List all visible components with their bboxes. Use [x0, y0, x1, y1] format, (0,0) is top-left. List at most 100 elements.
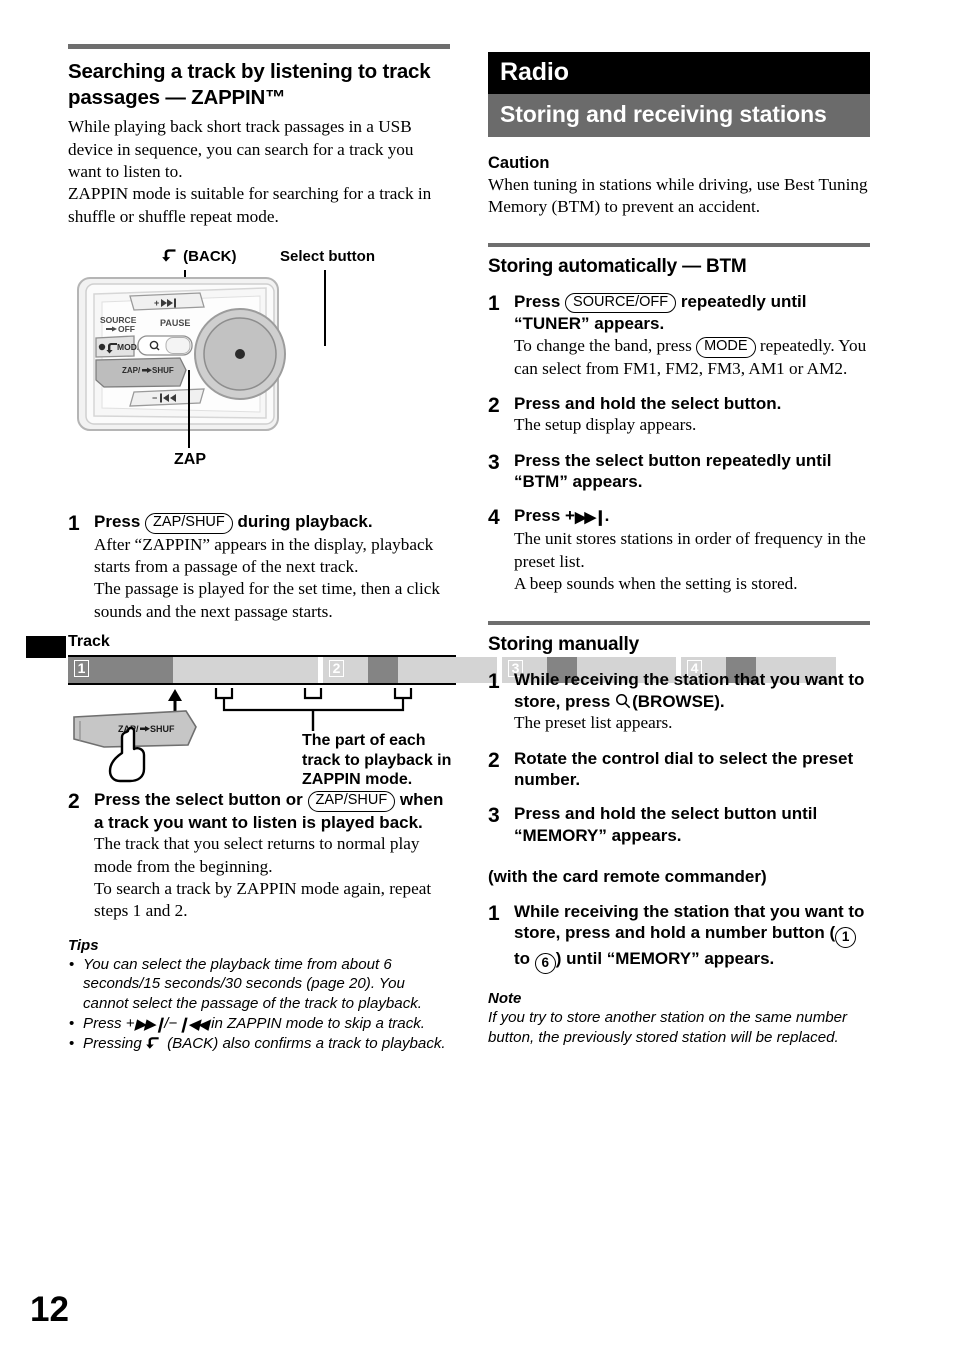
- step-number: 1: [488, 901, 500, 925]
- step-text-post: .: [604, 506, 610, 526]
- left-column: Searching a track by listening to track …: [26, 44, 836, 1054]
- number-button-1[interactable]: 1: [835, 927, 857, 949]
- track-2-playback-segment: [368, 657, 398, 684]
- step-text-pre: Press the select button or: [94, 790, 308, 810]
- caution-heading: Caution: [488, 154, 550, 172]
- page-title: Searching a track by listening to track …: [68, 60, 431, 109]
- page-number: 12: [30, 1290, 69, 1329]
- svg-text:+: +: [154, 298, 159, 308]
- tip-item: Pressing (BACK) also confirms a track to…: [68, 1034, 450, 1054]
- btm-section: Storing automatically — BTM 1 Press SOUR…: [488, 242, 870, 596]
- step-number: 1: [488, 670, 500, 694]
- skip-forward-icon: ▶▶❙: [574, 509, 607, 527]
- playback-portion-caption: The part of each track to playback in ZA…: [302, 732, 452, 789]
- note-heading: Note: [488, 990, 522, 1008]
- source-off-button-pill[interactable]: SOURCE/OFF: [565, 292, 677, 314]
- zapshuf-button-pill[interactable]: ZAP/SHUF: [145, 513, 233, 534]
- manual-step-3: 3 Press and hold the select button until…: [488, 803, 870, 846]
- svg-text:SHUF: SHUF: [150, 724, 175, 734]
- step-heading: Press the select button or ZAP/SHUF when…: [94, 789, 450, 833]
- section-rule: [488, 621, 870, 626]
- step-heading: Press the select button repeatedly until…: [514, 450, 832, 492]
- step-number: 1: [68, 512, 80, 536]
- track-1-remainder-segment: [173, 657, 318, 684]
- select-button-callout: Select button: [280, 248, 376, 266]
- step-detail-2: To search a track by ZAPPIN mode again, …: [94, 878, 432, 921]
- step-heading: Press +▶▶❙.: [514, 505, 870, 528]
- manual-step-1: 1 While receiving the station that you w…: [488, 669, 870, 734]
- head-unit-illustration: + SOURCE OFF PAUSE MODE ZAP/ SHUF −: [77, 277, 286, 432]
- step-number: 2: [68, 790, 80, 814]
- right-column: Radio Storing and receiving stations Cau…: [488, 52, 870, 1047]
- track-number-1: 1: [74, 660, 89, 678]
- svg-text:OFF: OFF: [118, 324, 135, 334]
- btm-step-2: 2 Press and hold the select button. The …: [488, 393, 870, 437]
- back-arrow-icon: [162, 248, 179, 263]
- tips-heading: Tips: [68, 936, 99, 954]
- step-detail-1: The unit stores stations in order of fre…: [514, 529, 866, 571]
- btm-step-4: 4 Press +▶▶❙. The unit stores stations i…: [488, 505, 870, 595]
- btm-step-1: 1 Press SOURCE/OFF repeatedly until “TUN…: [488, 291, 870, 380]
- number-button-6[interactable]: 6: [534, 953, 556, 975]
- step-heading: While receiving the station that you wan…: [514, 901, 870, 975]
- skip-back-icon: ❙◀◀: [177, 1015, 209, 1033]
- skip-forward-icon: ▶▶❙: [134, 1015, 167, 1033]
- step-detail-1: To change the band, press MODE repeatedl…: [514, 335, 870, 380]
- caution-text: When tuning in stations while driving, u…: [488, 175, 868, 217]
- track-diagram-figure: Track 1 2 3 4 SHUF The part of each trac…: [26, 633, 836, 788]
- svg-text:SHUF: SHUF: [152, 366, 174, 375]
- zap-callout-label: ZAP: [174, 451, 206, 469]
- btm-step-3: 3 Press the select button repeatedly unt…: [488, 450, 870, 493]
- track-number-2: 2: [329, 660, 344, 678]
- zapshuf-key-with-finger: ZAP/ SHUF: [73, 710, 197, 783]
- back-button-label: (BACK): [183, 248, 237, 266]
- svg-text:ZAP/: ZAP/: [122, 366, 141, 375]
- step-number: 2: [488, 393, 500, 417]
- step-heading: Press and hold the select button until “…: [514, 804, 818, 845]
- track-bar: 1 2 3 4: [68, 655, 836, 686]
- step-detail-1: After “ZAPPIN” appears in the display, p…: [94, 534, 434, 577]
- zapshuf-button-pill[interactable]: ZAP/SHUF: [307, 791, 396, 812]
- step-number: 4: [488, 506, 500, 530]
- step-detail-1: The preset list appears.: [514, 713, 673, 733]
- note-text: If you try to store another station on t…: [488, 1009, 848, 1046]
- caution-block: Caution When tuning in stations while dr…: [488, 154, 870, 219]
- step-detail-2: A beep sounds when the setting is stored…: [514, 574, 798, 594]
- step-number: 3: [488, 804, 500, 828]
- step-heading: Press ZAP/SHUF during playback.: [94, 511, 450, 534]
- step-heading: While receiving the station that you wan…: [514, 669, 870, 712]
- head-unit-figure: (BACK) Select button + SOURCE OFF PAUSE …: [68, 248, 450, 498]
- step-text-pre: While receiving the station that you wan…: [514, 901, 865, 943]
- step-text-post: during playback.: [232, 512, 373, 532]
- back-arrow-icon: [146, 1036, 163, 1051]
- tip-text-mid: /−: [164, 1014, 178, 1032]
- intro-paragraph-1: While playing back short track passages …: [68, 117, 414, 181]
- tip-item: Press +▶▶❙/−❙◀◀ in ZAPPIN mode to skip a…: [68, 1014, 450, 1035]
- step-number: 3: [488, 450, 500, 474]
- step-detail-1: The setup display appears.: [514, 415, 697, 435]
- mode-button-pill[interactable]: MODE: [696, 336, 756, 358]
- section-rule: [488, 242, 870, 247]
- step-2-left: 2 Press the select button or ZAP/SHUF wh…: [68, 789, 450, 923]
- leader-line-zap: [188, 370, 190, 449]
- chapter-banner: Radio: [488, 52, 870, 94]
- tip-text-post: in ZAPPIN mode to skip a track.: [206, 1014, 425, 1032]
- browse-search-icon: [615, 693, 632, 709]
- back-button-callout: (BACK): [162, 248, 237, 265]
- step-text-post: ) until “MEMORY” appears.: [555, 949, 775, 969]
- manual-heading: Storing manually: [488, 634, 639, 656]
- step-detail-2: The passage is played for the set time, …: [94, 579, 441, 621]
- manual-step-2: 2 Rotate the control dial to select the …: [488, 748, 870, 791]
- intro-paragraph-2: ZAPPIN mode is suitable for searching fo…: [68, 184, 432, 226]
- svg-text:−: −: [152, 393, 157, 403]
- page-edge-tab: [26, 636, 66, 659]
- tips-block: Tips You can select the playback time fr…: [68, 937, 450, 1054]
- step-heading: Press SOURCE/OFF repeatedly until “TUNER…: [514, 291, 870, 335]
- tip-text-post: (BACK) also confirms a track to playback…: [162, 1035, 446, 1053]
- step-number: 2: [488, 748, 500, 772]
- step-text-pre: Press: [94, 512, 146, 532]
- playback-bracket-leaders: [214, 688, 413, 732]
- remote-commander-heading: (with the card remote commander): [488, 867, 767, 887]
- step-heading: Rotate the control dial to select the pr…: [514, 748, 854, 789]
- note-block: Note If you try to store another station…: [488, 990, 870, 1047]
